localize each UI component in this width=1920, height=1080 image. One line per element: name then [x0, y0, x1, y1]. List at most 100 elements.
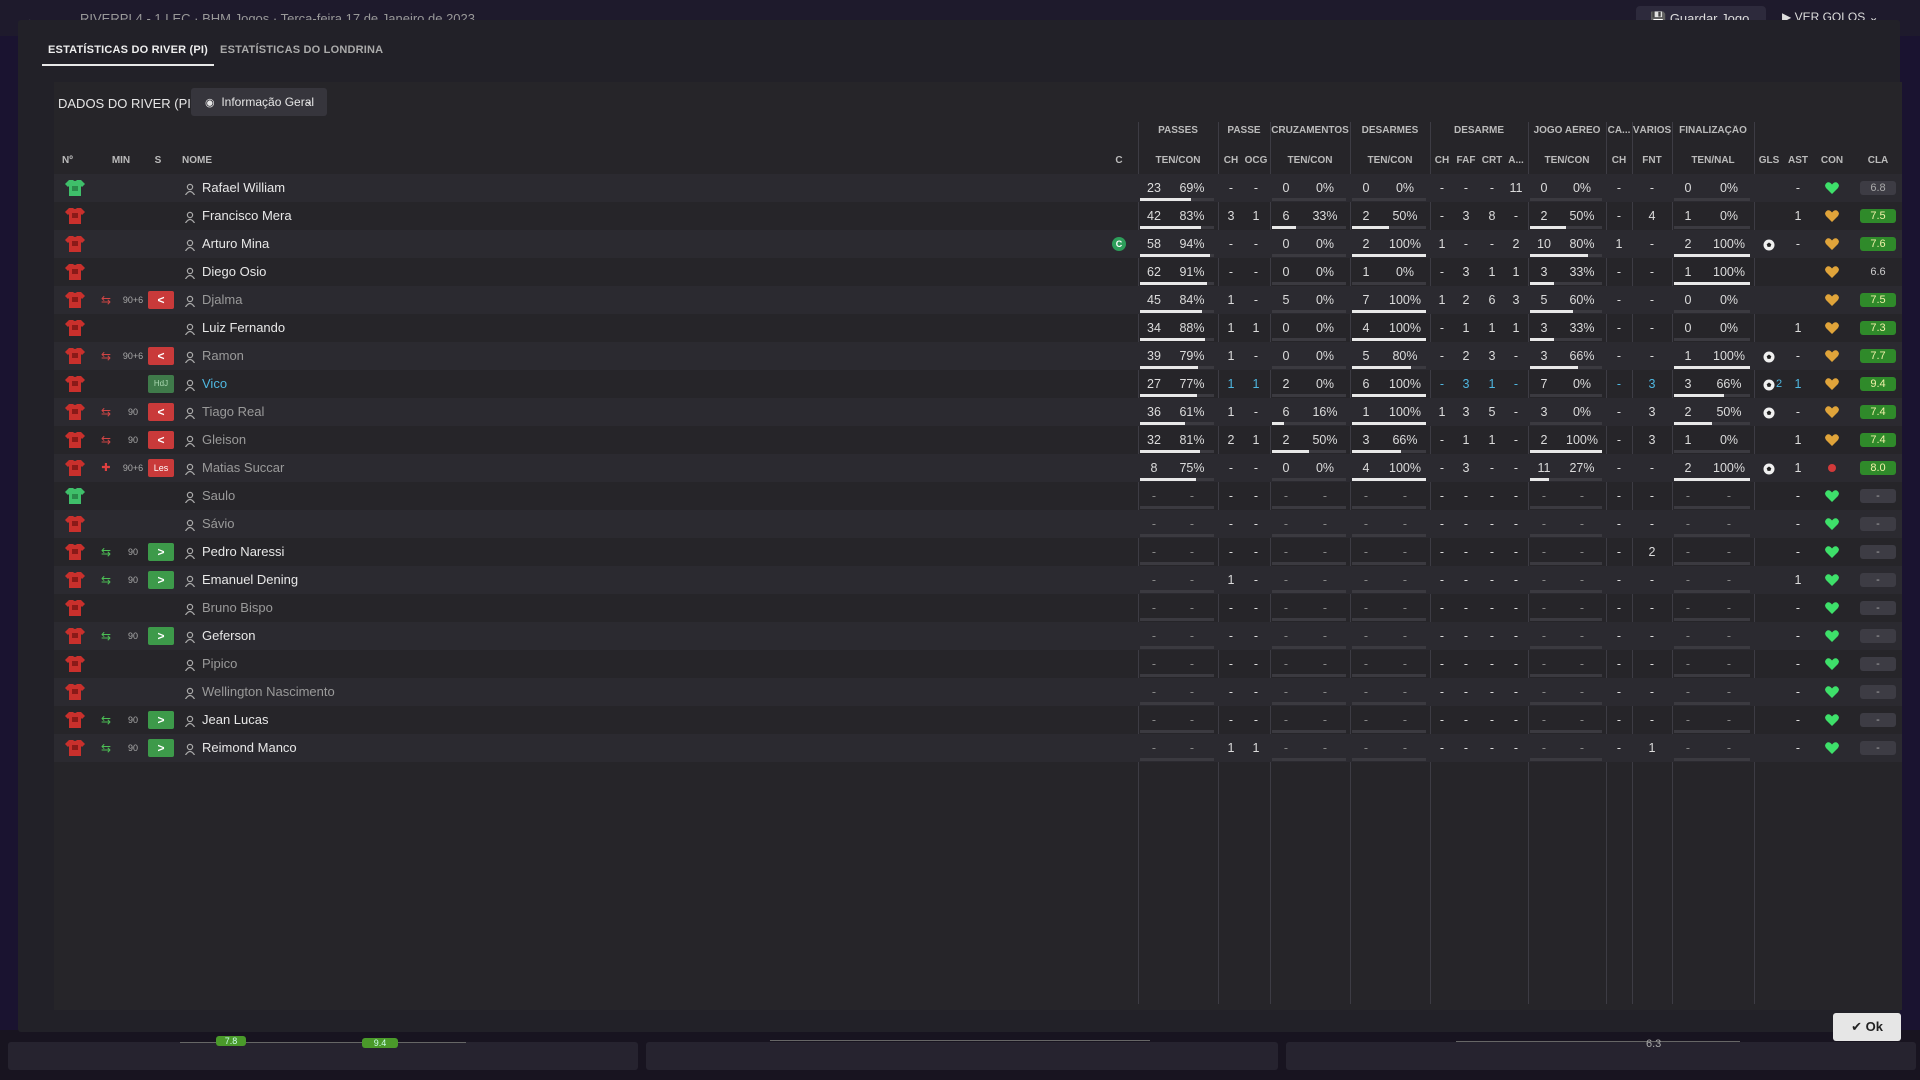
- desarme-crt: -: [1489, 489, 1495, 503]
- col-header-min[interactable]: MIN: [106, 155, 136, 167]
- table-row[interactable]: Rafael William 23 69% - -0 0% 0 0% - - -11 0 0% - -0 0%…: [54, 174, 1902, 202]
- col-header-ast[interactable]: AST: [1786, 155, 1810, 167]
- desarme-faf: -: [1463, 489, 1469, 503]
- table-row[interactable]: Wellington Nascimento - - - - - - - - - - - - - - - - - - -…: [54, 678, 1902, 706]
- passe-ocg: -: [1253, 489, 1259, 503]
- player-name[interactable]: Geferson: [202, 622, 502, 650]
- table-row[interactable]: ⇆ 90 > Geferson - - - - - - - - - - - - - - - - - - - -: [54, 622, 1902, 650]
- player-name[interactable]: Pipico: [202, 650, 502, 678]
- condition-heart-icon: [1824, 180, 1840, 196]
- bottom-strip-2: [646, 1042, 1278, 1070]
- table-row[interactable]: Bruno Bispo - - - - - - - - - - - - - - - - - - - -: [54, 594, 1902, 622]
- col-header-ca-ch[interactable]: CH: [1606, 155, 1632, 167]
- col-header-name[interactable]: NOME: [182, 155, 212, 167]
- minute-cell: [120, 258, 146, 286]
- person-icon: [184, 602, 196, 616]
- col-header-desarmes-tencon[interactable]: TEN/CON: [1350, 155, 1430, 167]
- table-row[interactable]: Sávio - - - - - - - - - - - - - - - - - - - -: [54, 510, 1902, 538]
- ok-button[interactable]: ✔ Ok: [1833, 1013, 1901, 1041]
- col-header-desarme-ch[interactable]: CH: [1432, 155, 1452, 167]
- table-row[interactable]: Saulo - - - - - - - - - - - - - - - - - - - -: [54, 482, 1902, 510]
- player-name[interactable]: Gleison: [202, 426, 502, 454]
- table-row[interactable]: ⇆ 90 > Reimond Manco - -1 1- - - - - - - - - - -1- - - -: [54, 734, 1902, 762]
- col-header-cla[interactable]: CLA: [1860, 155, 1896, 167]
- player-name[interactable]: Rafael William: [202, 174, 502, 202]
- col-header-c[interactable]: C: [1112, 155, 1126, 167]
- person-icon: [184, 182, 196, 196]
- col-header-num[interactable]: Nº: [62, 155, 73, 167]
- desarme-faf: -: [1463, 545, 1469, 559]
- player-name[interactable]: Matias Succar: [202, 454, 502, 482]
- desarme-a: 1: [1512, 321, 1520, 335]
- player-name[interactable]: Vico: [202, 370, 502, 398]
- minute-cell: [120, 174, 146, 202]
- passe-ch: -: [1228, 601, 1234, 615]
- col-header-fnt[interactable]: FNT: [1632, 155, 1672, 167]
- col-header-desarme-a[interactable]: A...: [1506, 155, 1526, 167]
- tab-river-stats[interactable]: ESTATÍSTICAS DO RIVER (PI): [42, 44, 215, 66]
- desarme-ch: -: [1439, 377, 1445, 391]
- tab-londrina-stats[interactable]: ESTATÍSTICAS DO LONDRINA: [214, 44, 389, 66]
- assists: -: [1795, 545, 1801, 559]
- table-row[interactable]: Luiz Fernando 34 88% 1 1 0 0% 4 100% -1 1 1 3 33% - -0 0…: [54, 314, 1902, 342]
- player-name[interactable]: Tiago Real: [202, 398, 502, 426]
- condition-heart-icon: [1824, 516, 1840, 532]
- col-header-passes-tencon[interactable]: TEN/CON: [1138, 155, 1218, 167]
- table-row[interactable]: ⇆ 90+6 < Djalma 45 84% 1-5 0% 7 100% 1 2 6 3 5 60% - -0 0%…: [54, 286, 1902, 314]
- crosses-bar: [1272, 310, 1346, 313]
- col-header-tennal[interactable]: TEN/NAL: [1672, 155, 1754, 167]
- crosses-bar: [1272, 562, 1346, 565]
- player-name[interactable]: Saulo: [202, 482, 502, 510]
- col-header-aereo-tencon[interactable]: TEN/CON: [1528, 155, 1606, 167]
- status-badge: Les: [148, 459, 174, 477]
- desarme-crt: 1: [1488, 265, 1496, 279]
- col-header-desarme-crt[interactable]: CRT: [1480, 155, 1504, 167]
- col-header-con[interactable]: CON: [1818, 155, 1846, 167]
- table-row[interactable]: ⇆ 90 > Emanuel Dening - -1- - - - - - - - - - - - - - -1-: [54, 566, 1902, 594]
- table-row[interactable]: Pipico - - - - - - - - - - - - - - - - - - - -: [54, 650, 1902, 678]
- condition-heart-icon: [1824, 656, 1840, 672]
- table-row[interactable]: ✚ 90+6 Les Matias Succar 8 75% - -0 0% 4 100% -3- -1…: [54, 454, 1902, 482]
- crosses-bar: [1272, 366, 1346, 369]
- data-label: DADOS DO RIVER (PI): [58, 96, 196, 111]
- crosses-bar: [1272, 618, 1346, 621]
- player-name[interactable]: Jean Lucas: [202, 706, 502, 734]
- desarme-ch: -: [1439, 657, 1445, 671]
- player-name[interactable]: Reimond Manco: [202, 734, 502, 762]
- table-row[interactable]: Francisco Mera 42 83% 3 1 6 33% 2 50% -3 8-2 50% -4 1…: [54, 202, 1902, 230]
- tackles-bar: [1352, 674, 1426, 677]
- player-name[interactable]: Wellington Nascimento: [202, 678, 502, 706]
- table-row[interactable]: ⇆ 90 > Pedro Naressi - - - - - - - - - - - - - - -2- - - -: [54, 538, 1902, 566]
- person-icon: [184, 518, 196, 532]
- table-row[interactable]: ⇆ 90+6 < Ramon 39 79% 1-0 0% 5 80% -2 3-3 66% - -1 100%…: [54, 342, 1902, 370]
- passes-bar: [1140, 394, 1214, 397]
- col-header-passe-ocg[interactable]: OCG: [1242, 155, 1270, 167]
- player-name[interactable]: Sávio: [202, 510, 502, 538]
- col-header-gls[interactable]: GLS: [1758, 155, 1780, 167]
- player-name[interactable]: Bruno Bispo: [202, 594, 502, 622]
- col-header-passe-ch[interactable]: CH: [1220, 155, 1242, 167]
- col-header-desarme-faf[interactable]: FAF: [1454, 155, 1478, 167]
- condition-heart-icon: [1824, 572, 1840, 588]
- bottom-line-3: [1456, 1041, 1740, 1042]
- table-row[interactable]: ⇆ 90 < Gleison 32 81% 2 1 2 50% 3 66% -1 1-2 100% -3 1 0%…: [54, 426, 1902, 454]
- table-row[interactable]: ⇆ 90 < Tiago Real 36 61% 1-6 16% 1 100% 1 3 5-3 0% -3 2…: [54, 398, 1902, 426]
- player-name[interactable]: Djalma: [202, 286, 502, 314]
- table-row[interactable]: HdJ Vico 27 77% 1 1 2 0% 6 100% -3 1-7 0% -3 3 66% 2 1 9.4: [54, 370, 1902, 398]
- col-header-cruz-tencon[interactable]: TEN/CON: [1270, 155, 1350, 167]
- view-dropdown[interactable]: ◉ Informação Geral ⌄: [191, 88, 327, 116]
- player-name[interactable]: Luiz Fernando: [202, 314, 502, 342]
- substitution-icon: ⇆: [100, 293, 112, 307]
- player-name[interactable]: Emanuel Dening: [202, 566, 502, 594]
- player-name[interactable]: Pedro Naressi: [202, 538, 502, 566]
- player-name[interactable]: Diego Osio: [202, 258, 502, 286]
- player-name[interactable]: Arturo Mina: [202, 230, 502, 258]
- player-name[interactable]: Ramon: [202, 342, 502, 370]
- col-header-s[interactable]: S: [150, 155, 166, 167]
- player-name[interactable]: Francisco Mera: [202, 202, 502, 230]
- table-row[interactable]: Arturo Mina C 58 94% - -0 0% 2 100% 1- -2 10 80% 1-2 1…: [54, 230, 1902, 258]
- desarme-crt: -: [1489, 685, 1495, 699]
- table-row[interactable]: ⇆ 90 > Jean Lucas - - - - - - - - - - - - - - - - - - - -: [54, 706, 1902, 734]
- passe-ocg: -: [1253, 713, 1259, 727]
- table-row[interactable]: Diego Osio 62 91% - -0 0% 1 0% -3 1 1 3 33% - -1 100% 6.…: [54, 258, 1902, 286]
